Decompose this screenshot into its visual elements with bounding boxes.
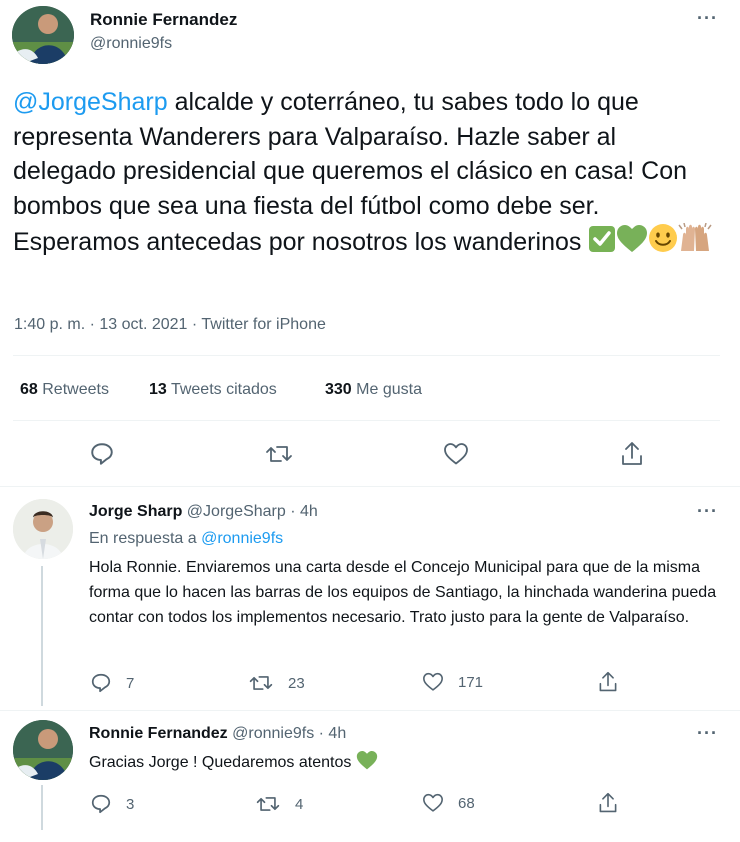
reply-icon	[90, 793, 112, 815]
replying-to-handle[interactable]: @ronnie9fs	[201, 530, 283, 547]
replying-to-label: En respuesta a	[89, 530, 202, 547]
avatar-image	[13, 720, 73, 780]
avatar[interactable]	[12, 6, 74, 64]
like-count: 68	[458, 794, 475, 812]
reply-count: 7	[126, 674, 135, 692]
reply-body: Gracias Jorge ! Quedaremos atentos	[89, 754, 356, 771]
check-mark-icon	[588, 225, 616, 263]
more-options-icon[interactable]: ···	[697, 8, 718, 29]
retweet-icon[interactable]	[264, 442, 294, 466]
smiling-face-icon	[648, 223, 678, 263]
tweet-text: @JorgeSharp alcalde y coterráneo, tu sab…	[13, 85, 725, 263]
retweet-count: 23	[288, 674, 305, 692]
like-icon	[422, 672, 444, 692]
like-count: 171	[458, 673, 484, 691]
quotes-count: 13	[149, 381, 167, 398]
avatar-image	[12, 6, 74, 64]
share-icon[interactable]	[597, 791, 619, 815]
reply-author-name[interactable]: Ronnie Fernandez	[89, 725, 228, 742]
like-button[interactable]: 171	[422, 672, 483, 692]
retweet-button[interactable]: 23	[248, 672, 305, 694]
reply-icon[interactable]	[89, 441, 115, 467]
author-handle[interactable]: @ronnie9fs	[90, 35, 172, 53]
reply-text: Hola Ronnie. Enviaremos una carta desde …	[89, 559, 717, 626]
share-icon[interactable]	[597, 670, 619, 694]
likes-stat[interactable]: 330 Me gusta	[325, 381, 422, 399]
timestamp[interactable]: 1:40 p. m. · 13 oct. 2021 · Twitter for …	[14, 316, 326, 334]
likes-count: 330	[325, 381, 352, 398]
replying-to: En respuesta a @ronnie9fs	[89, 530, 283, 548]
quotes-stat[interactable]: 13 Tweets citados	[149, 381, 277, 399]
more-options-icon[interactable]: ···	[697, 723, 718, 744]
raising-hands-icon	[678, 222, 712, 263]
reply-count: 3	[126, 795, 135, 813]
retweet-icon	[255, 793, 281, 815]
mention-link[interactable]: @JorgeSharp	[13, 88, 168, 116]
retweet-icon	[248, 672, 274, 694]
retweet-button[interactable]: 4	[255, 793, 303, 815]
likes-label: Me gusta	[351, 381, 422, 398]
reply-header: Jorge Sharp @JorgeSharp · 4h	[89, 503, 318, 521]
like-button[interactable]: 68	[422, 793, 475, 813]
like-icon	[422, 793, 444, 813]
avatar-image	[13, 499, 73, 559]
retweets-stat[interactable]: 68 Retweets	[20, 381, 109, 399]
retweets-label: Retweets	[37, 381, 109, 398]
thread-line	[41, 566, 43, 706]
divider	[13, 420, 720, 421]
divider	[0, 486, 740, 487]
green-heart-icon	[616, 225, 648, 263]
more-options-icon[interactable]: ···	[697, 501, 718, 522]
like-icon[interactable]	[443, 442, 469, 466]
divider	[13, 355, 720, 356]
avatar[interactable]	[13, 720, 73, 780]
retweet-count: 4	[295, 795, 304, 813]
reply-button[interactable]: 3	[90, 793, 134, 815]
green-heart-icon	[356, 751, 378, 778]
author-name[interactable]: Ronnie Fernandez	[90, 10, 237, 30]
thread-line	[41, 785, 43, 830]
avatar[interactable]	[13, 499, 73, 559]
reply-author-name[interactable]: Jorge Sharp	[89, 503, 182, 520]
reply-header: Ronnie Fernandez @ronnie9fs · 4h	[89, 725, 346, 743]
quotes-label: Tweets citados	[166, 381, 277, 398]
reply-icon	[90, 672, 112, 694]
share-icon[interactable]	[619, 440, 645, 468]
reply-text: Gracias Jorge ! Quedaremos atentos	[89, 750, 723, 778]
divider	[0, 710, 740, 711]
retweets-count: 68	[20, 381, 38, 398]
reply-button[interactable]: 7	[90, 672, 134, 694]
reply-author-meta[interactable]: @ronnie9fs · 4h	[228, 725, 346, 742]
reply-author-meta[interactable]: @JorgeSharp · 4h	[182, 503, 318, 520]
